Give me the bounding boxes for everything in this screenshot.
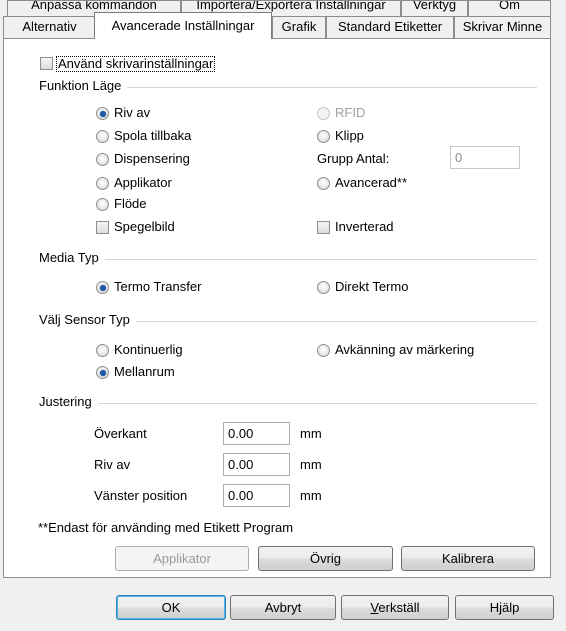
riv-av-adjust-input[interactable]: 0.00 bbox=[223, 453, 290, 476]
tab-alternativ[interactable]: Alternativ bbox=[3, 16, 96, 38]
group-divider bbox=[40, 259, 537, 260]
spegelbild-label: Spegelbild bbox=[114, 219, 175, 234]
tab-verktyg[interactable]: Verktyg bbox=[401, 0, 468, 16]
spola-tillbaka-label: Spola tillbaka bbox=[114, 128, 192, 143]
vanster-position-unit: mm bbox=[300, 488, 322, 503]
tab-skrivar-minne[interactable]: Skrivar Minne bbox=[454, 16, 551, 38]
tab-label: Importera/Exportera Inställningar bbox=[196, 0, 386, 12]
ok-button[interactable]: OK bbox=[116, 595, 226, 620]
spegelbild-checkbox[interactable] bbox=[96, 221, 109, 234]
tab-label: Om bbox=[499, 0, 520, 12]
grupp-antal-label: Grupp Antal: bbox=[317, 151, 390, 166]
ovrig-button[interactable]: Övrig bbox=[258, 546, 393, 571]
riv-av-adjust-unit: mm bbox=[300, 457, 322, 472]
applikator-label: Applikator bbox=[114, 175, 172, 190]
riv-av-radio[interactable] bbox=[96, 107, 109, 120]
tab-label: Avancerade Inställningar bbox=[111, 18, 255, 33]
tab-label: Standard Etiketter bbox=[337, 19, 443, 34]
tab-avancerade-installningar[interactable]: Avancerade Inställningar bbox=[94, 12, 272, 39]
verkstall-button[interactable]: Verkställ bbox=[341, 595, 449, 620]
termo-transfer-radio[interactable] bbox=[96, 281, 109, 294]
tab-label: Skrivar Minne bbox=[462, 19, 543, 34]
verkstall-label: erkställ bbox=[378, 600, 420, 615]
avancerad-label: Avancerad** bbox=[335, 175, 408, 190]
dispensering-label: Dispensering bbox=[114, 151, 190, 166]
kontinuerlig-label: Kontinuerlig bbox=[114, 342, 183, 357]
tab-standard-etiketter[interactable]: Standard Etiketter bbox=[326, 16, 454, 38]
avkanning-label: Avkänning av märkering bbox=[335, 342, 475, 357]
termo-transfer-label: Termo Transfer bbox=[114, 279, 202, 294]
overkant-unit: mm bbox=[300, 426, 322, 441]
use-printer-settings-label: Använd skrivarinställningar bbox=[56, 56, 216, 72]
applikator-button[interactable]: Applikator bbox=[115, 546, 249, 571]
tab-label: Grafik bbox=[281, 19, 317, 34]
use-printer-settings-checkbox[interactable] bbox=[40, 57, 53, 70]
sensor-type-title: Välj Sensor Typ bbox=[39, 312, 136, 327]
flode-radio[interactable] bbox=[96, 198, 109, 211]
overkant-input[interactable]: 0.00 bbox=[223, 422, 290, 445]
avkanning-radio[interactable] bbox=[317, 344, 330, 357]
vanster-position-input[interactable]: 0.00 bbox=[223, 484, 290, 507]
footnote: **Endast för använding med Etikett Progr… bbox=[38, 520, 294, 535]
direkt-termo-label: Direkt Termo bbox=[335, 279, 409, 294]
inverterad-checkbox[interactable] bbox=[317, 221, 330, 234]
rfid-label: RFID bbox=[335, 105, 366, 120]
grupp-antal-input[interactable]: 0 bbox=[450, 146, 520, 169]
vanster-position-label: Vänster position bbox=[94, 488, 188, 503]
riv-av-adjust-label: Riv av bbox=[94, 457, 131, 472]
kalibrera-button[interactable]: Kalibrera bbox=[401, 546, 535, 571]
klipp-radio[interactable] bbox=[317, 130, 330, 143]
tab-label: Anpassa kommandon bbox=[31, 0, 157, 12]
rfid-radio[interactable] bbox=[317, 107, 330, 120]
function-mode-title: Funktion Läge bbox=[39, 78, 128, 93]
mellanrum-label: Mellanrum bbox=[114, 364, 175, 379]
adjustment-title: Justering bbox=[39, 394, 98, 409]
mellanrum-radio[interactable] bbox=[96, 366, 109, 379]
media-type-title: Media Typ bbox=[39, 250, 105, 265]
dispensering-radio[interactable] bbox=[96, 153, 109, 166]
avancerad-radio[interactable] bbox=[317, 177, 330, 190]
tab-om[interactable]: Om bbox=[468, 0, 551, 16]
direkt-termo-radio[interactable] bbox=[317, 281, 330, 294]
tab-label: Alternativ bbox=[22, 19, 77, 34]
hjalp-button[interactable]: Hjälp bbox=[455, 595, 554, 620]
klipp-label: Klipp bbox=[335, 128, 364, 143]
flode-label: Flöde bbox=[114, 196, 147, 211]
riv-av-label: Riv av bbox=[114, 105, 151, 120]
tab-label: Verktyg bbox=[412, 0, 457, 12]
spola-tillbaka-radio[interactable] bbox=[96, 130, 109, 143]
group-divider bbox=[40, 403, 537, 404]
applikator-radio[interactable] bbox=[96, 177, 109, 190]
overkant-label: Överkant bbox=[94, 426, 147, 441]
inverterad-label: Inverterad bbox=[335, 219, 394, 234]
kontinuerlig-radio[interactable] bbox=[96, 344, 109, 357]
tab-grafik[interactable]: Grafik bbox=[272, 16, 326, 38]
avbryt-button[interactable]: Avbryt bbox=[230, 595, 336, 620]
